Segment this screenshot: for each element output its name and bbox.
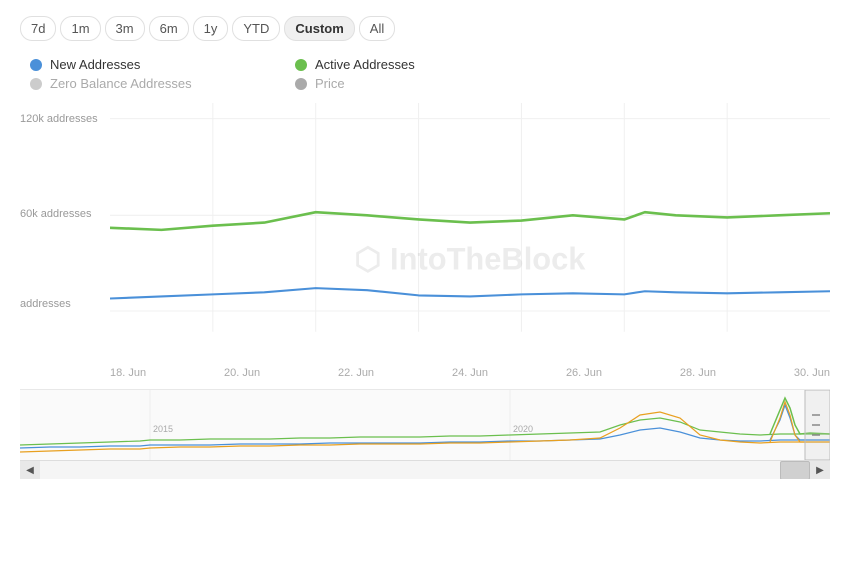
x-label-1: 18. Jun <box>110 367 146 379</box>
legend-label-new-addresses: New Addresses <box>50 57 140 72</box>
x-label-5: 26. Jun <box>566 367 602 379</box>
x-axis-labels: 18. Jun 20. Jun 22. Jun 24. Jun 26. Jun … <box>20 367 830 379</box>
main-chart: 120k addresses 60k addresses addresses <box>20 103 830 363</box>
scroll-left-button[interactable]: ◀ <box>20 461 40 480</box>
y-label-60k: 60k addresses <box>20 208 92 220</box>
svg-text:2020: 2020 <box>513 424 533 434</box>
y-label-120k: 120k addresses <box>20 113 98 125</box>
btn-3m[interactable]: 3m <box>105 16 145 41</box>
scroll-right-button[interactable]: ▶ <box>810 461 830 480</box>
btn-ytd[interactable]: YTD <box>232 16 280 41</box>
main-chart-wrapper: 120k addresses 60k addresses addresses <box>20 103 830 379</box>
chart-legend: New Addresses Active Addresses Zero Bala… <box>20 57 540 91</box>
x-label-2: 20. Jun <box>224 367 260 379</box>
btn-1m[interactable]: 1m <box>60 16 100 41</box>
btn-custom[interactable]: Custom <box>284 16 354 41</box>
legend-dot-price <box>295 78 307 90</box>
legend-dot-new-addresses <box>30 59 42 71</box>
scrollbar-track[interactable] <box>40 461 810 479</box>
legend-price[interactable]: Price <box>295 76 540 91</box>
mini-chart-svg: 2015 2020 <box>20 390 830 460</box>
time-range-selector: 7d 1m 3m 6m 1y YTD Custom All <box>20 16 830 41</box>
legend-active-addresses[interactable]: Active Addresses <box>295 57 540 72</box>
legend-new-addresses[interactable]: New Addresses <box>30 57 275 72</box>
legend-label-zero-balance: Zero Balance Addresses <box>50 76 192 91</box>
chart-svg: ⬡ IntoTheBlock <box>110 103 830 363</box>
legend-label-price: Price <box>315 76 345 91</box>
legend-label-active-addresses: Active Addresses <box>315 57 415 72</box>
x-label-6: 28. Jun <box>680 367 716 379</box>
btn-7d[interactable]: 7d <box>20 16 56 41</box>
x-label-4: 24. Jun <box>452 367 488 379</box>
scrollbar-thumb[interactable] <box>780 461 810 479</box>
btn-6m[interactable]: 6m <box>149 16 189 41</box>
btn-1y[interactable]: 1y <box>193 16 229 41</box>
svg-text:⬡ IntoTheBlock: ⬡ IntoTheBlock <box>355 241 587 276</box>
main-container: 7d 1m 3m 6m 1y YTD Custom All New Addres… <box>0 0 850 567</box>
x-label-7: 30. Jun <box>794 367 830 379</box>
x-label-3: 22. Jun <box>338 367 374 379</box>
legend-dot-zero-balance <box>30 78 42 90</box>
mini-chart-container: 2015 2020 ◀ ▶ <box>20 389 830 479</box>
legend-zero-balance[interactable]: Zero Balance Addresses <box>30 76 275 91</box>
btn-all[interactable]: All <box>359 16 395 41</box>
legend-dot-active-addresses <box>295 59 307 71</box>
y-label-0: addresses <box>20 298 71 310</box>
svg-text:2015: 2015 <box>153 424 173 434</box>
scrollbar-row: ◀ ▶ <box>20 460 830 479</box>
